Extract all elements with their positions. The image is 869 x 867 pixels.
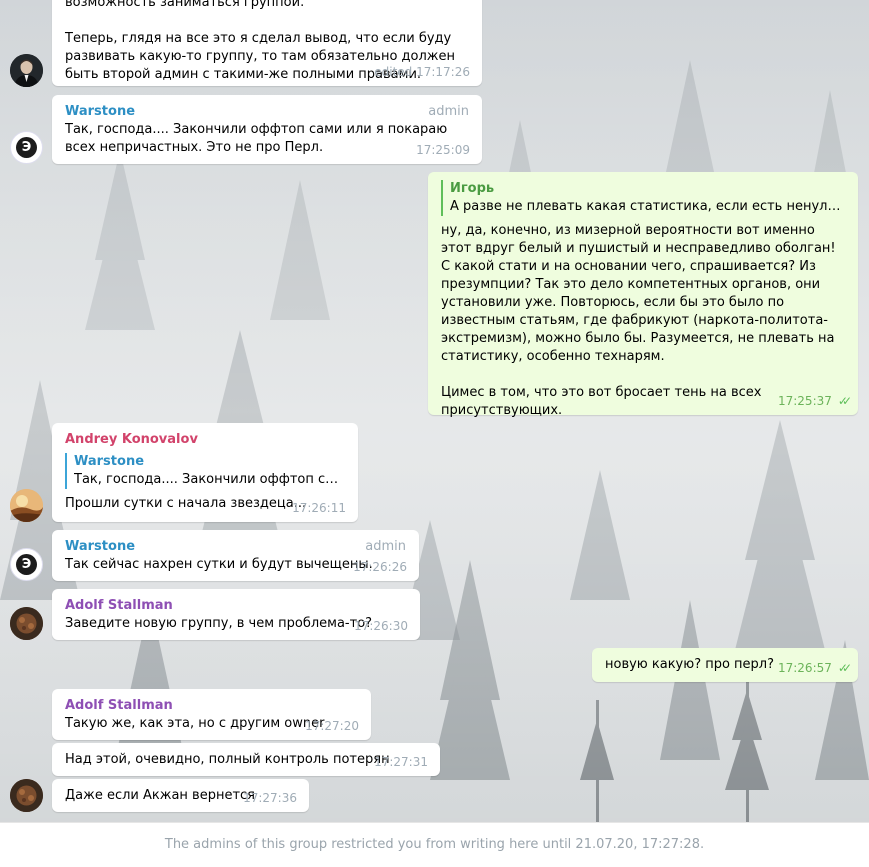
message-time: edited 17:17:26 bbox=[374, 65, 470, 79]
outgoing-message-bubble[interactable]: Игорь А разве не плевать какая статистик… bbox=[428, 172, 858, 418]
message-time: 17:27:36 bbox=[243, 791, 297, 805]
message-bubble[interactable]: Даже если Акжан вернется 17:27:36 bbox=[52, 779, 309, 812]
sender-name[interactable]: Warstone bbox=[65, 538, 407, 556]
reply-sender-name: Warstone bbox=[74, 454, 145, 469]
reply-quote[interactable]: Warstone Так, господа.... Закончили оффт… bbox=[65, 453, 346, 489]
avatar[interactable]: Э bbox=[10, 548, 43, 581]
admin-badge: admin bbox=[365, 539, 406, 554]
avatar[interactable] bbox=[10, 489, 43, 522]
message-bubble[interactable]: Над этой, очевидно, полный контроль поте… bbox=[52, 743, 440, 776]
sender-name[interactable]: Adolf Stallman bbox=[65, 697, 359, 715]
message-time: 17:25:09 bbox=[416, 143, 470, 157]
outgoing-message-bubble[interactable]: новую какую? про перл? 17:26:57 ✓✓ bbox=[592, 648, 858, 682]
warstone-logo-icon: Э bbox=[16, 554, 37, 575]
message-time: 17:26:26 bbox=[353, 560, 407, 574]
reply-quote[interactable]: Игорь А разве не плевать какая статистик… bbox=[441, 180, 846, 216]
message-time: 17:26:57 ✓✓ bbox=[777, 659, 852, 677]
avatar[interactable] bbox=[10, 779, 43, 812]
restriction-notice-bar: The admins of this group restricted you … bbox=[0, 822, 869, 860]
avatar[interactable] bbox=[10, 607, 43, 640]
time-label: 17:25:37 bbox=[777, 394, 832, 408]
sunset-photo-icon bbox=[10, 489, 43, 522]
message-bubble[interactable]: Warstone admin Так сейчас нахрен сутки и… bbox=[52, 530, 419, 581]
message-bubble[interactable]: возможность заниматься группой. Теперь, … bbox=[52, 0, 482, 86]
admin-badge: admin bbox=[428, 104, 469, 119]
sender-name[interactable]: Andrey Konovalov bbox=[65, 431, 346, 449]
message-bubble[interactable]: Warstone admin Так, господа.... Закончил… bbox=[52, 95, 482, 164]
message-text: ну, да, конечно, из мизерной вероятности… bbox=[441, 223, 836, 418]
message-bubble[interactable]: Adolf Stallman Такую же, как эта, но с д… bbox=[52, 689, 371, 740]
reply-text: А разве не плевать какая статистика, есл… bbox=[450, 199, 846, 214]
message-time: 17:26:11 bbox=[292, 501, 346, 515]
time-label: 17:26:57 bbox=[777, 661, 832, 675]
avatar[interactable] bbox=[10, 54, 43, 87]
message-bubble[interactable]: Andrey Konovalov Warstone Так, господа..… bbox=[52, 423, 358, 522]
read-checks-icon: ✓✓ bbox=[837, 394, 852, 408]
sender-name[interactable]: Adolf Stallman bbox=[65, 597, 408, 615]
animal-photo-icon bbox=[10, 607, 43, 640]
message-time: 17:27:31 bbox=[374, 755, 428, 769]
restriction-notice-text: The admins of this group restricted you … bbox=[164, 837, 705, 852]
message-time: 17:26:30 bbox=[354, 619, 408, 633]
warstone-logo-icon: Э bbox=[16, 137, 37, 158]
avatar[interactable]: Э bbox=[10, 131, 43, 164]
message-time: 17:25:37 ✓✓ bbox=[777, 392, 852, 410]
reply-text: Так, господа.... Закончили оффтоп сами .… bbox=[74, 472, 346, 487]
person-portrait-icon bbox=[10, 54, 43, 87]
message-bubble[interactable]: Adolf Stallman Заведите новую группу, в … bbox=[52, 589, 420, 640]
animal-photo-icon bbox=[10, 779, 43, 812]
message-text: Так, господа.... Закончили оффтоп сами и… bbox=[65, 122, 452, 155]
sender-name[interactable]: Warstone bbox=[65, 103, 470, 121]
message-time: 17:27:20 bbox=[305, 719, 359, 733]
reply-sender-name: Игорь bbox=[450, 181, 495, 196]
read-checks-icon: ✓✓ bbox=[837, 661, 852, 675]
